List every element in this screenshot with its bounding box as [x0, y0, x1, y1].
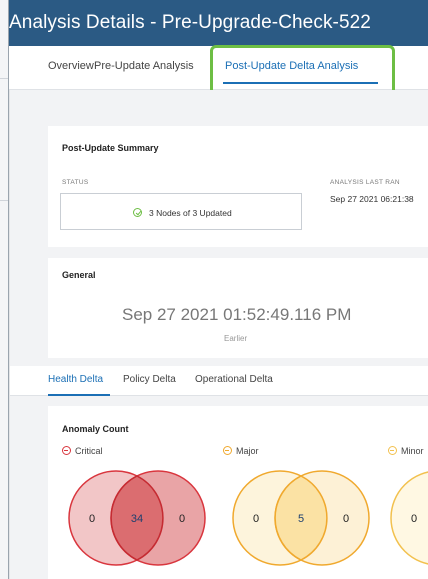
minor-before-circle: [390, 471, 428, 565]
modal-title: Analysis Details - Pre-Upgrade-Check-522: [9, 12, 371, 33]
minor-before-only-count: 0: [411, 513, 417, 525]
tab-overview[interactable]: Overview: [48, 60, 94, 72]
modal-header: Analysis Details - Pre-Upgrade-Check-522: [9, 0, 428, 46]
backdrop-divider: [0, 200, 8, 201]
backdrop-divider: [0, 78, 8, 79]
major-before-only-count: 0: [253, 513, 259, 525]
general-caption: Earlier: [224, 334, 248, 343]
active-subtab-indicator: [48, 394, 110, 396]
critical-shared-count: 34: [131, 513, 143, 525]
major-shared-count: 5: [298, 513, 304, 525]
critical-icon: [62, 446, 71, 455]
major-icon: [223, 446, 232, 455]
card-title: Anomaly Count: [62, 424, 129, 434]
tab-pre-update-analysis[interactable]: Pre-Update Analysis: [94, 60, 212, 72]
tab-policy-delta[interactable]: Policy Delta: [123, 374, 176, 385]
analysis-details-modal: Analysis Details - Pre-Upgrade-Check-522…: [8, 0, 428, 579]
delta-subtabs: Health Delta Policy Delta Operational De…: [10, 366, 428, 396]
last-ran-value: Sep 27 2021 06:21:38: [330, 194, 414, 204]
major-after-only-count: 0: [343, 513, 349, 525]
major-venn: 0 5 0: [232, 470, 370, 566]
tab-health-delta[interactable]: Health Delta: [48, 374, 103, 385]
general-date: Sep 27 2021 01:52:49.116 PM: [122, 305, 352, 324]
minor-icon: [388, 446, 397, 455]
general-card: General Sep 27 2021 01:52:49.116 PM Earl…: [48, 258, 428, 358]
critical-venn: 0 34 0: [68, 470, 206, 566]
check-circle-icon: [133, 208, 142, 217]
tab-content: Post-Update Summary STATUS 3 Nodes of 3 …: [9, 90, 428, 579]
card-title: Post-Update Summary: [62, 143, 159, 153]
major-label: Major: [236, 446, 259, 456]
minor-label: Minor: [401, 446, 424, 456]
status-value: 3 Nodes of 3 Updated: [149, 208, 232, 218]
anomaly-count-card: Anomaly Count Critical Major Minor 0 34 …: [48, 406, 428, 579]
minor-venn: 0: [390, 471, 428, 565]
last-ran-label: ANALYSIS LAST RAN: [330, 179, 400, 186]
critical-after-only-count: 0: [179, 513, 185, 525]
post-update-summary-card: Post-Update Summary STATUS 3 Nodes of 3 …: [48, 126, 428, 247]
card-title: General: [62, 270, 96, 280]
critical-before-only-count: 0: [89, 513, 95, 525]
status-box: 3 Nodes of 3 Updated: [60, 193, 302, 230]
status-label: STATUS: [62, 179, 89, 186]
minor-venn-clip: 0: [388, 468, 428, 568]
critical-label: Critical: [75, 446, 103, 456]
tab-operational-delta[interactable]: Operational Delta: [195, 374, 273, 385]
